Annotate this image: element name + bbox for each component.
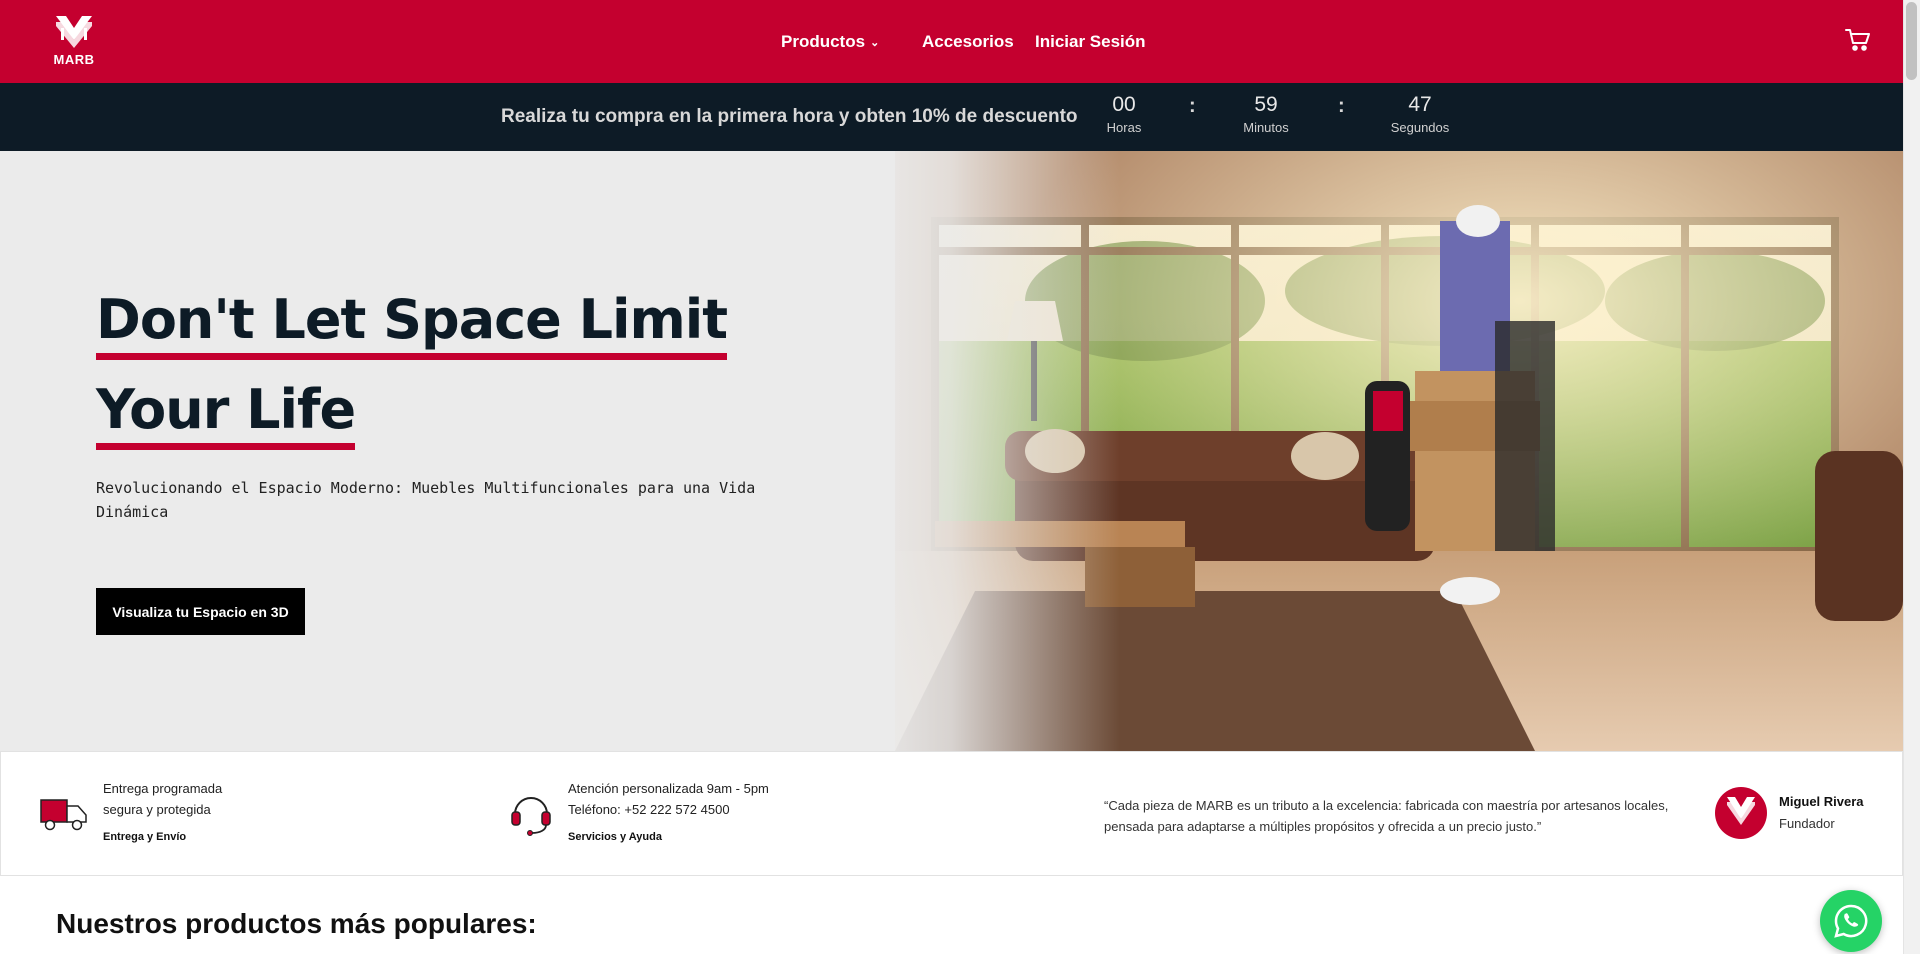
- countdown-hours: 00 Horas: [1084, 93, 1164, 135]
- page: MARB Productos ⌄ Accesorios Iniciar Sesi…: [0, 0, 1903, 954]
- countdown-separator: :: [1189, 95, 1196, 117]
- countdown-seconds-label: Segundos: [1390, 120, 1450, 135]
- popular-products-title: Nuestros productos más populares:: [56, 908, 537, 939]
- support-line-2: Teléfono: +52 222 572 4500: [568, 802, 730, 817]
- marb-logo[interactable]: MARB: [46, 14, 102, 70]
- founder-name: Miguel Rivera: [1779, 794, 1864, 809]
- countdown-hours-label: Horas: [1106, 120, 1142, 135]
- hero-section: Don't Let Space Limit Your Life Revoluci…: [0, 151, 1903, 751]
- cart-icon[interactable]: [1845, 28, 1871, 52]
- chevron-down-icon: ⌄: [870, 37, 880, 49]
- marb-logo-icon: [56, 16, 92, 48]
- hero-title: Don't Let Space Limit Your Life: [96, 275, 796, 455]
- countdown-minutes: 59 Minutos: [1226, 93, 1306, 135]
- truck-icon: [40, 796, 88, 837]
- whatsapp-icon[interactable]: [1820, 890, 1882, 952]
- countdown-seconds: 47 Segundos: [1380, 93, 1460, 135]
- founder-role: Fundador: [1779, 816, 1835, 831]
- info-strip: Entrega programada segura y protegida En…: [0, 751, 1903, 876]
- logo-text: MARB: [53, 52, 95, 67]
- founder-avatar: [1715, 787, 1767, 839]
- countdown-separator: :: [1338, 95, 1345, 117]
- nav-login[interactable]: Iniciar Sesión: [1035, 0, 1146, 83]
- countdown-hours-value: 00: [1112, 93, 1136, 116]
- page-scrollbar[interactable]: [1903, 0, 1920, 954]
- scrollbar-thumb[interactable]: [1906, 2, 1917, 80]
- nav-accesorios-label: Accesorios: [922, 31, 1014, 51]
- hero-image-fade: [860, 151, 1120, 751]
- site-header: MARB Productos ⌄ Accesorios Iniciar Sesi…: [0, 0, 1903, 83]
- founder-quote: “Cada pieza de MARB es un tributo a la e…: [1104, 798, 1669, 834]
- countdown-minutes-label: Minutos: [1243, 120, 1289, 135]
- delivery-label: Entrega y Envío: [103, 831, 187, 843]
- countdown-minutes-value: 59: [1254, 93, 1278, 116]
- nav-productos-label: Productos: [781, 31, 866, 51]
- promo-bar: Realiza tu compra en la primera hora y o…: [0, 83, 1903, 151]
- countdown-seconds-value: 47: [1408, 93, 1432, 116]
- delivery-line-1: Entrega programada: [103, 781, 223, 796]
- nav-accesorios[interactable]: Accesorios: [922, 0, 1014, 83]
- delivery-line-2: segura y protegida: [103, 802, 211, 817]
- nav-login-label: Iniciar Sesión: [1035, 31, 1146, 51]
- headset-icon: [509, 790, 553, 841]
- hero-title-part-2: ace Limit: [458, 288, 728, 360]
- visualize-3d-button[interactable]: Visualiza tu Espacio en 3D: [96, 588, 305, 635]
- hero-title-part-3: Your Life: [96, 378, 356, 450]
- support-label: Servicios y Ayuda: [568, 831, 662, 843]
- hero-subtitle: Revolucionando el Espacio Moderno: Muebl…: [96, 479, 756, 521]
- support-line-1: Atención personalizada 9am - 5pm: [568, 781, 769, 796]
- nav-productos[interactable]: Productos ⌄: [781, 0, 879, 83]
- hero-title-part-1: Don't Let Sp: [96, 288, 460, 360]
- promo-text: Realiza tu compra en la primera hora y o…: [501, 106, 1078, 127]
